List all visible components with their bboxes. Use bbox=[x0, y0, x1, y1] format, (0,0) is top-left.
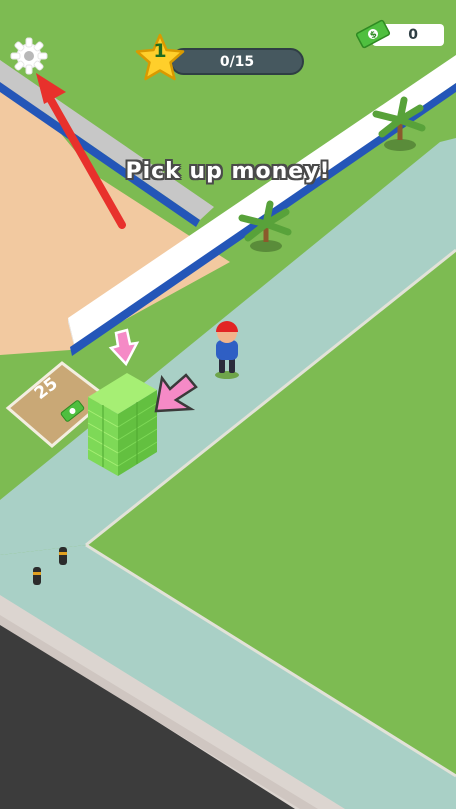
game-scene[interactable] bbox=[0, 0, 456, 809]
level-number: 1 bbox=[153, 40, 167, 62]
cash-value: 0 bbox=[408, 27, 418, 43]
bollard-2 bbox=[33, 567, 41, 585]
level-progress-bar: 0/15 bbox=[170, 48, 304, 75]
tutorial-hint-text: Pick up money! bbox=[125, 159, 331, 184]
settings-gear-icon[interactable] bbox=[8, 35, 50, 77]
level-progress-text: 0/15 bbox=[219, 53, 255, 70]
cash-icon: $ bbox=[355, 19, 391, 49]
bollard-1 bbox=[59, 547, 67, 565]
